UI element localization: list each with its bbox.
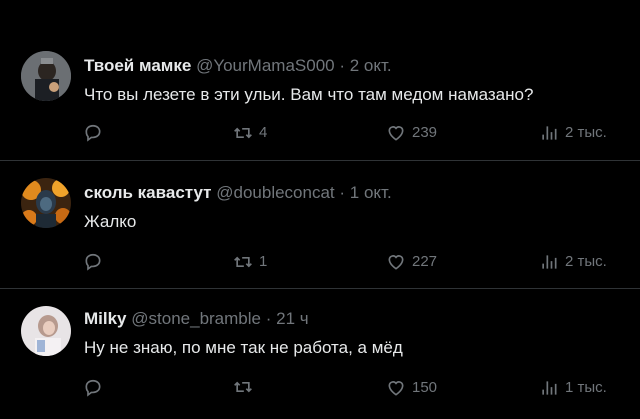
views-button[interactable]: 1 тыс. xyxy=(539,377,607,399)
avatar[interactable] xyxy=(21,51,71,101)
tweet[interactable]: сколь кавастут @doubleconcat · 1 окт. Жа… xyxy=(0,161,640,289)
tweet-text: Что вы лезете в эти ульи. Вам что там ме… xyxy=(84,85,534,104)
author-name[interactable]: сколь кавастут xyxy=(84,183,212,202)
retweet-icon xyxy=(234,127,252,139)
retweet-count: 1 xyxy=(259,253,268,270)
retweet-count: 4 xyxy=(259,124,268,141)
tweet-actions: 150 1 тыс. xyxy=(0,377,640,399)
views-button[interactable]: 2 тыс. xyxy=(539,251,607,273)
separator-dot: · xyxy=(339,183,346,202)
separator-dot: · xyxy=(265,309,272,328)
tweet[interactable]: Milky @stone_bramble · 21 ч Ну не знаю, … xyxy=(0,289,640,419)
like-count: 239 xyxy=(412,124,438,141)
views-icon xyxy=(542,126,557,140)
like-button[interactable]: 227 xyxy=(386,251,437,273)
tweet[interactable]: Твоей мамке @YourMamaS000 · 2 окт. Что в… xyxy=(0,0,640,161)
retweet-icon xyxy=(234,381,252,393)
author-name[interactable]: Твоей мамке xyxy=(84,56,191,75)
tweet-feed: Твоей мамке @YourMamaS000 · 2 окт. Что в… xyxy=(0,0,640,419)
author-handle[interactable]: @stone_bramble xyxy=(131,309,261,328)
retweet-button[interactable]: 1 xyxy=(233,251,267,273)
tweet-time[interactable]: 1 окт. xyxy=(350,183,392,202)
author-handle[interactable]: @doubleconcat xyxy=(216,183,334,202)
avatar[interactable] xyxy=(21,306,71,356)
like-button[interactable]: 150 xyxy=(386,377,437,399)
views-icon xyxy=(542,381,557,395)
author-handle[interactable]: @YourMamaS000 xyxy=(196,56,335,75)
tweet-time[interactable]: 21 ч xyxy=(276,309,309,328)
tweet-text: Ну не знаю, по мне так не работа, а мёд xyxy=(84,338,403,357)
reply-button[interactable] xyxy=(83,251,109,271)
like-count: 227 xyxy=(412,253,438,270)
tweet-time[interactable]: 2 окт. xyxy=(350,56,392,75)
views-icon xyxy=(542,255,557,269)
reply-icon xyxy=(85,124,101,142)
tweet-actions: 1 227 2 тыс. xyxy=(0,251,640,273)
views-count: 2 тыс. xyxy=(565,253,607,270)
author-name[interactable]: Milky xyxy=(84,309,127,328)
views-count: 1 тыс. xyxy=(565,379,607,396)
avatar[interactable] xyxy=(21,178,71,228)
like-button[interactable]: 239 xyxy=(386,122,437,144)
views-button[interactable]: 2 тыс. xyxy=(539,122,607,144)
reply-button[interactable] xyxy=(83,377,109,397)
tweet-text: Жалко xyxy=(84,212,137,231)
reply-icon xyxy=(85,253,101,271)
retweet-button[interactable]: 4 xyxy=(233,122,267,144)
retweet-icon xyxy=(234,256,252,268)
reply-button[interactable] xyxy=(83,122,109,142)
heart-icon xyxy=(388,126,404,141)
heart-icon xyxy=(388,255,404,270)
heart-icon xyxy=(388,381,404,396)
like-count: 150 xyxy=(412,379,438,396)
separator-dot: · xyxy=(339,56,346,75)
tweet-actions: 4 239 2 тыс. xyxy=(0,122,640,144)
retweet-button[interactable] xyxy=(233,377,259,397)
views-count: 2 тыс. xyxy=(565,124,607,141)
reply-icon xyxy=(85,379,101,397)
